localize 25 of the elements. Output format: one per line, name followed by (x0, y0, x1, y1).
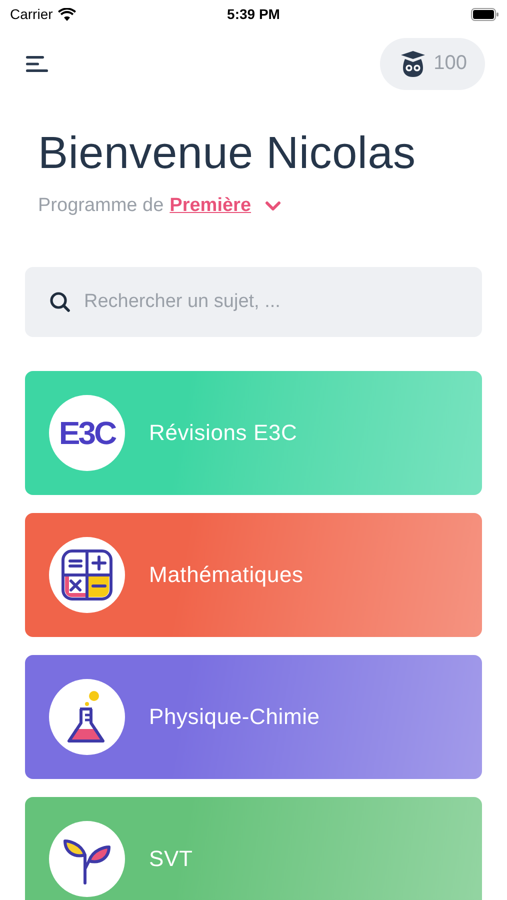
subject-card[interactable]: Mathématiques (25, 513, 482, 637)
owl-icon (400, 50, 426, 78)
menu-button[interactable] (25, 54, 49, 72)
subject-card[interactable]: Physique-Chimie (25, 655, 482, 779)
subject-label: Révisions E3C (149, 420, 298, 446)
subject-label: Mathématiques (149, 562, 304, 588)
search-field[interactable]: Rechercher un sujet, ... (25, 267, 482, 337)
subject-card[interactable]: SVT (25, 797, 482, 900)
clock-time: 5:39 PM (227, 6, 280, 22)
flask-icon (67, 689, 107, 745)
program-label: Programme de (38, 195, 164, 217)
subject-card[interactable]: E3C Révisions E3C (25, 371, 482, 495)
points-button[interactable]: 100 (380, 38, 485, 90)
level-dropdown[interactable]: Première (170, 195, 282, 217)
subject-label: SVT (149, 846, 193, 872)
welcome-title: Bienvenue Nicolas (38, 127, 417, 179)
wifi-icon (58, 8, 76, 20)
calculator-icon (61, 549, 113, 601)
chevron-down-icon (265, 201, 282, 211)
search-icon (49, 291, 71, 313)
carrier-name: Carrier (10, 6, 53, 22)
battery-icon (471, 8, 499, 20)
menu-icon (25, 54, 49, 72)
subject-logo: E3C (58, 414, 116, 452)
subject-label: Physique-Chimie (149, 704, 320, 730)
